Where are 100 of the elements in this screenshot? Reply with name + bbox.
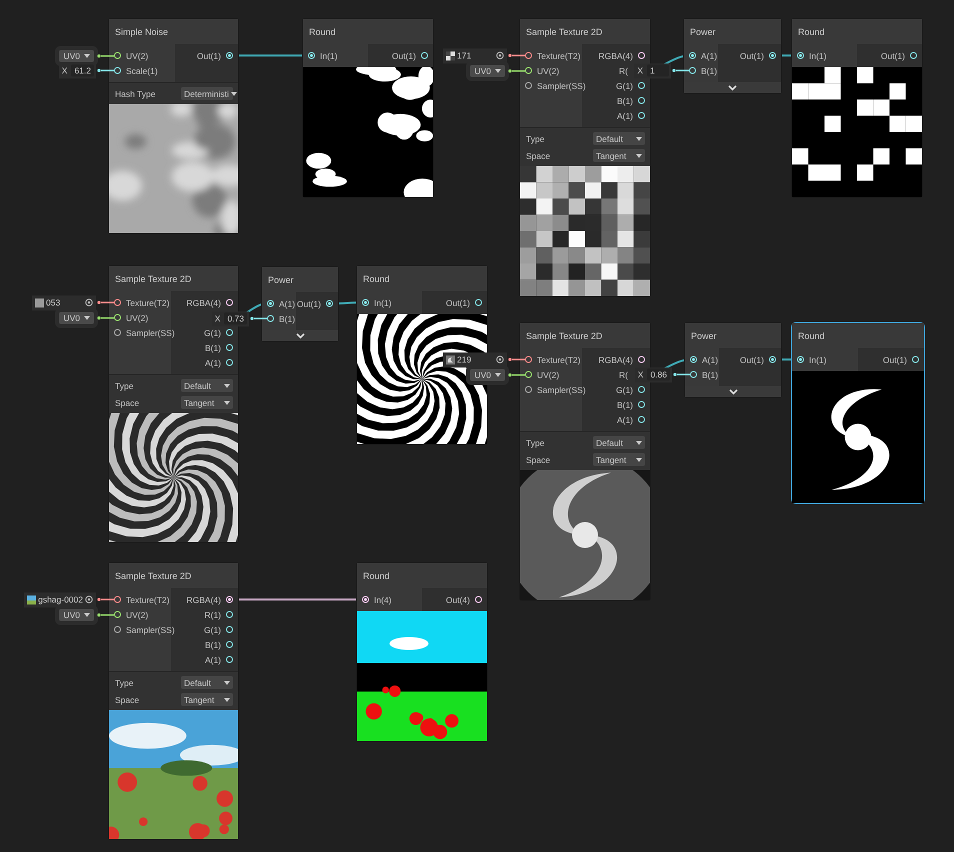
port-handle[interactable]	[226, 299, 233, 306]
port-handle[interactable]	[638, 97, 645, 104]
node-panel[interactable]: Round In(1) Out(1)	[302, 18, 434, 198]
port-label: R(	[619, 370, 628, 380]
dropdown[interactable]: Tangent	[593, 149, 645, 162]
port-handle[interactable]	[226, 344, 233, 351]
port-handle[interactable]	[525, 52, 532, 59]
number-field[interactable]: 0.86	[647, 368, 670, 380]
port-handle[interactable]	[114, 52, 121, 59]
port-handle[interactable]	[114, 67, 121, 74]
dropdown[interactable]: Tangent	[181, 693, 233, 706]
node-panel[interactable]: Simple Noise UV(2) Scale(1) Out(1) Hash Type Deterministi	[108, 18, 239, 234]
port-handle[interactable]	[421, 52, 428, 59]
port-handle[interactable]	[525, 67, 532, 74]
port-handle[interactable]	[689, 52, 696, 59]
port-handle[interactable]	[308, 52, 315, 59]
connector-line	[96, 68, 114, 74]
port-handle[interactable]	[638, 386, 645, 393]
number-field[interactable]: 1	[647, 64, 669, 76]
port-handle[interactable]	[226, 611, 233, 618]
node-panel[interactable]: Power A(1) B(1) Out(1)	[684, 322, 782, 398]
uv-dropdown[interactable]: UV0	[470, 64, 505, 76]
node-panel[interactable]: Round In(4) Out(4)	[356, 562, 488, 742]
node-panel[interactable]: Power A(1) B(1) Out(1)	[683, 18, 782, 94]
port-handle[interactable]	[226, 641, 233, 648]
dropdown[interactable]: Tangent	[593, 453, 645, 466]
port-label: Out(1)	[880, 50, 905, 60]
connector-line	[507, 356, 525, 362]
port-handle[interactable]	[769, 356, 776, 363]
node-panel[interactable]: Power A(1) B(1) Out(1)	[261, 266, 339, 342]
texture-field[interactable]: 171	[443, 48, 507, 63]
node-title: Simple Noise	[115, 26, 168, 36]
port-handle[interactable]	[912, 356, 919, 363]
dropdown[interactable]: Tangent	[181, 396, 233, 409]
port-handle[interactable]	[689, 67, 696, 74]
connector-line	[507, 52, 525, 58]
port-handle[interactable]	[326, 300, 333, 307]
uv-dropdown[interactable]: UV0	[59, 312, 94, 324]
port-handle[interactable]	[525, 371, 532, 378]
port-handle[interactable]	[475, 596, 482, 603]
port-label: A(1)	[701, 50, 718, 60]
dropdown[interactable]: Default	[593, 436, 645, 449]
port-handle[interactable]	[797, 52, 804, 59]
port-label: Sampler(SS)	[537, 80, 586, 90]
port-handle[interactable]	[362, 596, 369, 603]
port-handle[interactable]	[114, 596, 121, 603]
port-handle[interactable]	[638, 401, 645, 408]
chevron-icon	[728, 84, 737, 90]
port-handle[interactable]	[114, 626, 121, 633]
node-panel[interactable]: Round In(1) Out(1)	[791, 18, 923, 198]
uv-dropdown[interactable]: UV0	[59, 50, 94, 62]
port-handle[interactable]	[525, 386, 532, 393]
port-handle[interactable]	[114, 611, 121, 618]
texture-field[interactable]: 219	[443, 352, 507, 367]
port-handle[interactable]	[226, 329, 233, 336]
port-handle[interactable]	[226, 656, 233, 663]
expand-button[interactable]	[262, 330, 338, 341]
vector-field[interactable]: X 61.2	[58, 63, 96, 78]
port-handle[interactable]	[910, 52, 917, 59]
port-label: UV(2)	[126, 50, 148, 60]
caret-icon	[224, 384, 230, 388]
port-label: Out(1)	[196, 50, 221, 60]
port-handle[interactable]	[638, 356, 645, 363]
dropdown[interactable]: Default	[181, 379, 233, 392]
number-field[interactable]: 61.2	[71, 64, 94, 76]
node-title: Power	[690, 26, 716, 36]
port-label: A(1)	[279, 298, 296, 308]
port-label: Scale(1)	[126, 66, 158, 76]
port-handle[interactable]	[226, 52, 233, 59]
port-handle[interactable]	[690, 356, 697, 363]
dropdown[interactable]: Default	[181, 676, 233, 689]
port-handle[interactable]	[114, 314, 121, 321]
uv-dropdown[interactable]: UV0	[470, 368, 505, 380]
node-panel[interactable]: Sample Texture 2D Texture(T2) UV(2) Sampler(SS) RGBA(4) R(1) G(1) B(1) A(1) Type Default Space Tangent	[108, 562, 239, 840]
port-handle[interactable]	[362, 299, 369, 306]
uv-dropdown[interactable]: UV0	[59, 608, 94, 620]
port-handle[interactable]	[638, 82, 645, 89]
port-handle[interactable]	[226, 626, 233, 633]
port-handle[interactable]	[525, 356, 532, 363]
port-handle[interactable]	[525, 82, 532, 89]
port-handle[interactable]	[114, 329, 121, 336]
port-handle[interactable]	[690, 371, 697, 378]
port-handle[interactable]	[638, 52, 645, 59]
port-handle[interactable]	[638, 416, 645, 423]
port-handle[interactable]	[797, 356, 804, 363]
port-handle[interactable]	[114, 299, 121, 306]
port-label: A(1)	[616, 414, 633, 424]
port-handle[interactable]	[267, 300, 274, 307]
port-label: UV(2)	[126, 610, 148, 620]
texture-field[interactable]: 053	[32, 295, 96, 310]
node-panel[interactable]: Round In(1) Out(1)	[791, 322, 925, 504]
port-handle[interactable]	[226, 359, 233, 366]
port-handle[interactable]	[769, 52, 776, 59]
port-handle[interactable]	[475, 299, 482, 306]
number-field[interactable]: 0.73	[224, 312, 247, 324]
port-handle[interactable]	[267, 315, 274, 322]
port-handle[interactable]	[638, 112, 645, 119]
dropdown[interactable]: Default	[593, 132, 645, 145]
port-handle[interactable]	[226, 596, 233, 603]
texture-field[interactable]: gshag-0002	[24, 592, 96, 607]
